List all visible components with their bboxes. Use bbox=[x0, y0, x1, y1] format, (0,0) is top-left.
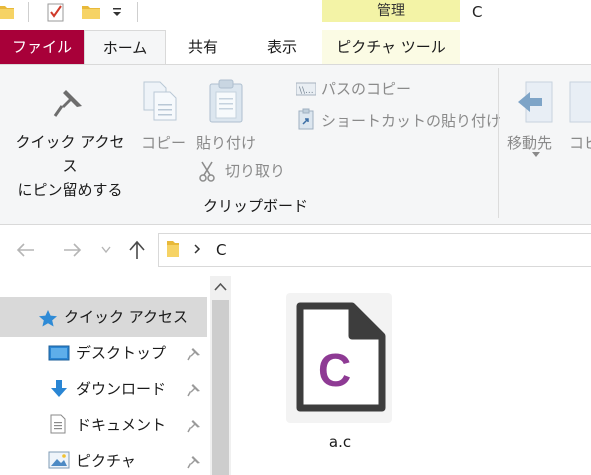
pictures-icon bbox=[48, 451, 70, 469]
pin-icon[interactable] bbox=[187, 419, 201, 433]
breadcrumb-chevron-icon[interactable] bbox=[193, 243, 201, 255]
copy-button[interactable]: コピー bbox=[141, 132, 186, 153]
cut-button[interactable]: 切り取り bbox=[225, 160, 285, 181]
paste-icon[interactable] bbox=[208, 78, 244, 124]
nav-item-downloads[interactable]: ダウンロード bbox=[76, 378, 166, 400]
tab-share[interactable]: 共有 bbox=[166, 30, 240, 64]
pin-icon[interactable] bbox=[52, 86, 86, 120]
nav-item-desktop[interactable]: デスクトップ bbox=[76, 342, 166, 364]
properties-icon[interactable] bbox=[46, 2, 66, 22]
copy-to-icon[interactable] bbox=[568, 80, 591, 124]
move-to-button[interactable]: 移動先 bbox=[507, 132, 552, 153]
svg-text:\\...: \\... bbox=[299, 86, 314, 96]
forward-arrow-icon[interactable] bbox=[62, 242, 82, 258]
scissors-icon[interactable] bbox=[198, 160, 216, 182]
pin-label-line1: クイック アクセス bbox=[15, 133, 125, 175]
recent-locations-chevron-icon[interactable] bbox=[101, 246, 111, 254]
folder-icon[interactable] bbox=[0, 4, 14, 19]
window-title: C bbox=[472, 3, 483, 21]
tab-file[interactable]: ファイル bbox=[0, 30, 84, 64]
copy-path-button[interactable]: パスのコピー bbox=[321, 78, 411, 99]
scroll-up-icon[interactable] bbox=[210, 276, 231, 298]
quick-access-separator bbox=[137, 2, 138, 22]
quick-access-separator bbox=[28, 2, 29, 22]
pin-icon[interactable] bbox=[187, 347, 201, 361]
ribbon-tabs: ファイル ホーム 共有 表示 ピクチャ ツール bbox=[0, 30, 591, 66]
copy-to-button[interactable]: コピ bbox=[569, 132, 591, 153]
ribbon-group-separator bbox=[498, 68, 499, 218]
chevron-down-icon bbox=[532, 152, 540, 157]
tab-picture-tools[interactable]: ピクチャ ツール bbox=[322, 30, 460, 64]
breadcrumb-item[interactable]: C bbox=[216, 238, 226, 262]
download-icon bbox=[51, 380, 67, 397]
file-type-letter: C bbox=[318, 344, 351, 396]
paste-shortcut-button[interactable]: ショートカットの貼り付け bbox=[321, 110, 501, 131]
copy-path-icon[interactable]: \\... bbox=[296, 82, 316, 96]
pin-icon[interactable] bbox=[187, 455, 201, 469]
move-to-icon[interactable] bbox=[516, 80, 556, 124]
scrollbar-thumb[interactable] bbox=[212, 300, 229, 475]
context-tab-header: 管理 bbox=[322, 0, 460, 22]
file-name-label: a.c bbox=[328, 433, 352, 451]
new-folder-icon[interactable] bbox=[82, 4, 100, 19]
copy-icon[interactable] bbox=[142, 80, 180, 122]
pin-icon[interactable] bbox=[187, 383, 201, 397]
tab-view[interactable]: 表示 bbox=[244, 30, 320, 64]
desktop-icon bbox=[48, 345, 70, 361]
paste-button[interactable]: 貼り付け bbox=[196, 132, 256, 153]
clipboard-group-label: クリップボード bbox=[203, 197, 309, 215]
c-source-file-icon[interactable]: C bbox=[296, 302, 386, 412]
star-icon bbox=[39, 310, 57, 327]
pin-to-quick-access-button[interactable]: クイック アクセス にピン留めする bbox=[10, 130, 130, 202]
folder-icon bbox=[167, 241, 179, 257]
paste-shortcut-icon[interactable] bbox=[298, 108, 314, 130]
pin-label-line2: にピン留めする bbox=[17, 181, 123, 199]
nav-item-pictures[interactable]: ピクチャ bbox=[76, 450, 136, 472]
tab-home[interactable]: ホーム bbox=[84, 30, 166, 66]
customize-dropdown-icon[interactable] bbox=[110, 4, 124, 20]
nav-item-documents[interactable]: ドキュメント bbox=[76, 414, 166, 436]
document-icon bbox=[50, 414, 66, 434]
up-arrow-icon[interactable] bbox=[128, 240, 146, 260]
nav-item-quick-access[interactable]: クイック アクセス bbox=[64, 306, 188, 328]
back-arrow-icon[interactable] bbox=[16, 242, 36, 258]
